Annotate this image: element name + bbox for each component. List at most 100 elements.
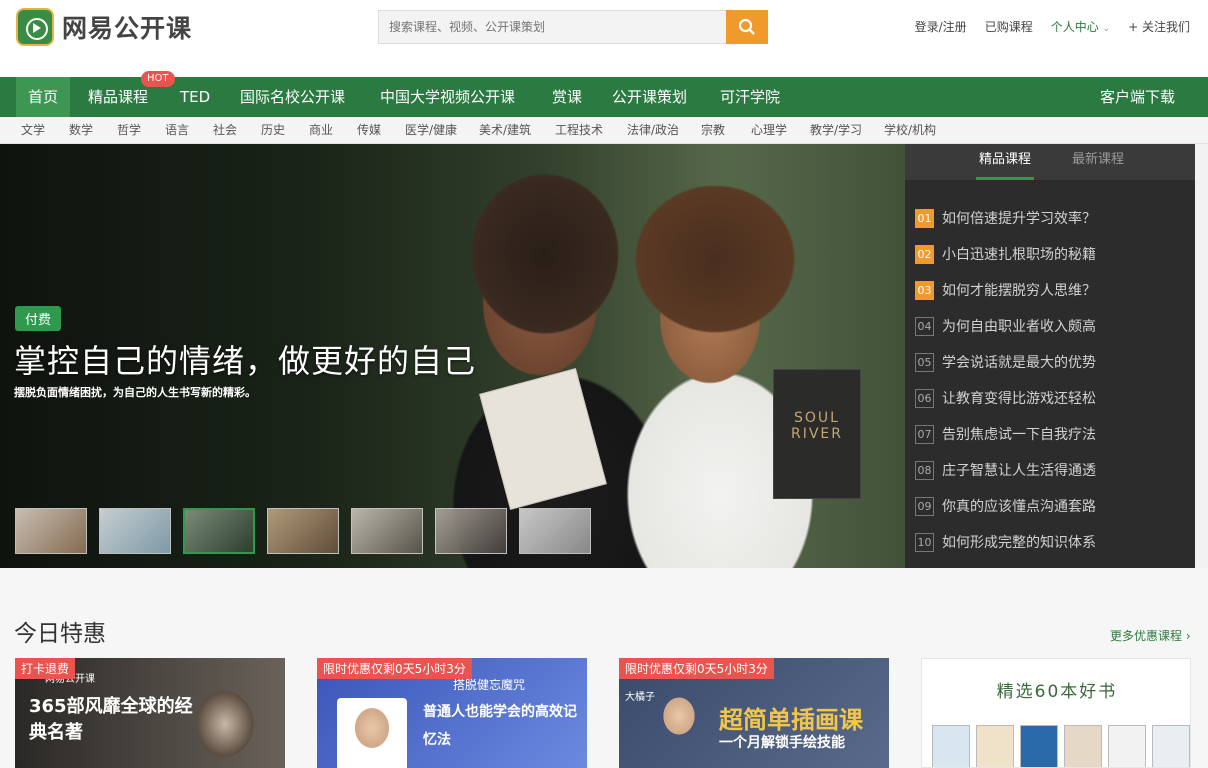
- deal-badge: 打卡退费: [15, 658, 76, 679]
- subnav-item[interactable]: 工程技术: [555, 117, 603, 144]
- deal-subtitle: 一个月解锁手绘技能: [719, 735, 845, 751]
- hero-thumbnail[interactable]: [99, 508, 171, 554]
- chevron-down-icon: ⌄: [1102, 24, 1111, 34]
- subnav-item[interactable]: 数学: [69, 117, 93, 144]
- hero-thumbnail[interactable]: [15, 508, 87, 554]
- ranking-item[interactable]: 09 你真的应该懂点沟通套路: [905, 488, 1195, 524]
- subnav-item[interactable]: 教学/学习: [810, 117, 862, 144]
- subnav-item[interactable]: 商业: [309, 117, 333, 144]
- nav-item-download[interactable]: 客户端下载: [1088, 77, 1187, 117]
- subnav-item[interactable]: 语言: [165, 117, 189, 144]
- ranking-item[interactable]: 01 如何倍速提升学习效率？: [905, 200, 1195, 236]
- rank-title: 如何形成完整的知识体系: [942, 535, 1096, 551]
- site-header: 网易公开课 登录/注册 已购课程 个人中心 ⌄ + 关注我们: [0, 0, 1208, 77]
- nav-item-china[interactable]: 中国大学视频公开课: [368, 77, 527, 117]
- more-deals-label: 更多优惠课程: [1110, 629, 1183, 643]
- hero-thumbnails: [15, 508, 591, 554]
- hero-subtitle: 摆脱负面情绪困扰，为自己的人生书写新的精彩。: [14, 386, 256, 399]
- ranking-item[interactable]: 04 为何自由职业者收入颇高: [905, 308, 1195, 344]
- hero-banner[interactable]: SOUL RIVER 付费 掌控自己的情绪，做更好的自己 摆脱负面情绪困扰，为自…: [0, 144, 905, 568]
- rank-number: 09: [915, 496, 934, 516]
- ranking-item[interactable]: 06 让教育变得比游戏还轻松: [905, 380, 1195, 416]
- rank-number: 03: [915, 280, 934, 300]
- subnav-item[interactable]: 心理学: [751, 117, 787, 144]
- rank-title: 庄子智慧让人生活得通透: [942, 463, 1096, 479]
- rank-title: 告别焦虑试一下自我疗法: [942, 427, 1096, 443]
- search-bar: [378, 10, 768, 44]
- hero-thumbnail[interactable]: [435, 508, 507, 554]
- rank-title: 你真的应该懂点沟通套路: [942, 499, 1096, 515]
- main-nav: 首页 精品课程 HOT TED 国际名校公开课 中国大学视频公开课 赏课 公开课…: [0, 71, 1208, 117]
- rank-number: 08: [915, 460, 934, 480]
- subnav-item[interactable]: 哲学: [117, 117, 141, 144]
- user-center-link[interactable]: 个人中心 ⌄: [1051, 18, 1110, 35]
- rank-number: 01: [915, 208, 934, 228]
- rank-number: 04: [915, 316, 934, 336]
- book-stack: [932, 725, 1190, 767]
- ranking-item[interactable]: 10 如何形成完整的知识体系: [905, 524, 1195, 560]
- rank-title: 学会说话就是最大的优势: [942, 355, 1096, 371]
- deal-badge: 限时优惠仅剩0天5小时3分: [619, 658, 774, 679]
- logo[interactable]: 网易公开课: [16, 8, 192, 46]
- ranking-item[interactable]: 07 告别焦虑试一下自我疗法: [905, 416, 1195, 452]
- subnav-item[interactable]: 宗教: [701, 117, 725, 144]
- rank-number: 02: [915, 244, 934, 264]
- plus-icon: +: [1128, 20, 1139, 34]
- user-center-label: 个人中心: [1050, 20, 1099, 34]
- deal-title: 普通人也能学会的高效记忆法: [423, 704, 577, 748]
- deal-portrait: [649, 686, 709, 768]
- deal-portrait: [337, 698, 407, 768]
- purchased-link[interactable]: 已购课程: [985, 18, 1033, 35]
- subnav-item[interactable]: 历史: [261, 117, 285, 144]
- hero-title[interactable]: 掌控自己的情绪，做更好的自己: [14, 336, 476, 382]
- ranking-item[interactable]: 05 学会说话就是最大的优势: [905, 344, 1195, 380]
- subnav-item[interactable]: 医学/健康: [405, 117, 457, 144]
- follow-label: 关注我们: [1141, 20, 1190, 34]
- hero-thumbnail-active[interactable]: [183, 508, 255, 554]
- subnav-item[interactable]: 法律/政治: [627, 117, 679, 144]
- ranking-item[interactable]: 02 小白迅速扎根职场的秘籍: [905, 236, 1195, 272]
- hero-thumbnail[interactable]: [519, 508, 591, 554]
- hero-thumbnail[interactable]: [351, 508, 423, 554]
- more-deals-link[interactable]: 更多优惠课程 ›: [1110, 627, 1191, 644]
- nav-item-intl[interactable]: 国际名校公开课: [228, 77, 357, 117]
- chevron-right-icon: ›: [1185, 629, 1191, 643]
- ranking-edge: [1195, 144, 1208, 568]
- deal-badge: 限时优惠仅剩0天5小时3分: [317, 658, 472, 679]
- header-links: 登录/注册 已购课程 个人中心 ⌄ + 关注我们: [915, 18, 1190, 35]
- rank-number: 10: [915, 532, 934, 552]
- deal-card[interactable]: 精选60本好书: [921, 658, 1191, 768]
- rank-number: 07: [915, 424, 934, 444]
- subject-nav: 文学 数学 哲学 语言 社会 历史 商业 传媒 医学/健康 美术/建筑 工程技术…: [0, 117, 1208, 144]
- ranking-tabs: 精品课程 最新课程: [905, 144, 1195, 180]
- nav-item-planning[interactable]: 公开课策划: [600, 77, 699, 117]
- nav-item-ted[interactable]: TED: [168, 77, 222, 117]
- section-title-today: 今日特惠: [14, 621, 106, 647]
- rank-number: 06: [915, 388, 934, 408]
- rank-title: 让教育变得比游戏还轻松: [942, 391, 1096, 407]
- logo-play-icon: [16, 8, 54, 46]
- tab-latest-courses[interactable]: 最新课程: [1072, 144, 1124, 180]
- deal-card[interactable]: 打卡退费 网易公开课 365部风靡全球的经典名著: [15, 658, 285, 768]
- rank-number: 05: [915, 352, 934, 372]
- subnav-item[interactable]: 文学: [21, 117, 45, 144]
- nav-item-khan[interactable]: 可汗学院: [708, 77, 792, 117]
- deal-card[interactable]: 限时优惠仅剩0天5小时3分 搭脱健忘魔咒 普通人也能学会的高效记忆法: [317, 658, 587, 768]
- deal-card[interactable]: 限时优惠仅剩0天5小时3分 大橘子 超简单插画课 一个月解锁手绘技能: [619, 658, 889, 768]
- rank-title: 为何自由职业者收入颇高: [942, 319, 1096, 335]
- follow-link[interactable]: + 关注我们: [1128, 18, 1190, 35]
- nav-item-home[interactable]: 首页: [16, 77, 71, 117]
- subnav-item[interactable]: 学校/机构: [884, 117, 936, 144]
- ranking-item[interactable]: 08 庄子智慧让人生活得通透: [905, 452, 1195, 488]
- rank-title: 如何倍速提升学习效率？: [942, 211, 1096, 227]
- nav-item-appreciate[interactable]: 赏课: [540, 77, 594, 117]
- hero-thumbnail[interactable]: [267, 508, 339, 554]
- search-button[interactable]: [726, 10, 768, 44]
- tab-premium-courses[interactable]: 精品课程: [975, 144, 1034, 180]
- ranking-item[interactable]: 03 如何才能摆脱穷人思维？: [905, 272, 1195, 308]
- subnav-item[interactable]: 社会: [213, 117, 237, 144]
- search-input[interactable]: [378, 10, 726, 44]
- login-link[interactable]: 登录/注册: [915, 18, 967, 35]
- subnav-item[interactable]: 美术/建筑: [479, 117, 531, 144]
- subnav-item[interactable]: 传媒: [357, 117, 381, 144]
